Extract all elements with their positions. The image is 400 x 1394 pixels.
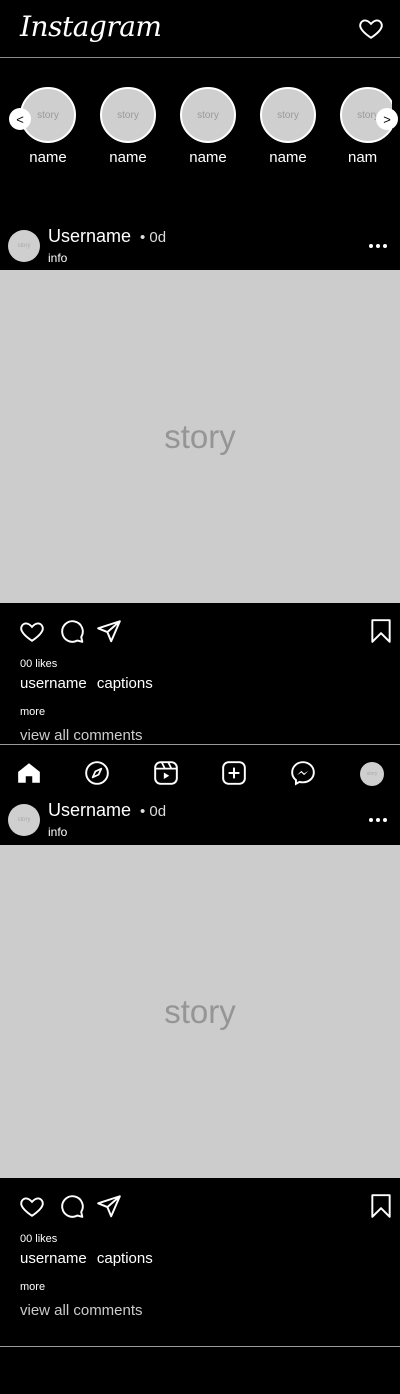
post-info: info — [48, 825, 68, 839]
profile-avatar[interactable]: story — [360, 762, 384, 786]
divider — [0, 1346, 400, 1347]
post-time: • 0d — [140, 803, 167, 820]
likes-count: 00 likes — [20, 1233, 58, 1245]
story-name: name — [29, 149, 67, 166]
story-name: nam — [348, 149, 378, 166]
explore-icon[interactable] — [84, 760, 110, 786]
stories-tray: story name story name story name story n… — [0, 59, 400, 219]
caption-text: captions — [96, 1250, 153, 1267]
view-comments-link[interactable]: view all comments — [20, 1302, 143, 1319]
comment-icon[interactable] — [59, 618, 85, 644]
share-send-icon[interactable] — [96, 618, 122, 644]
post-image[interactable]: story — [0, 270, 400, 603]
story-avatar: story — [100, 87, 156, 143]
top-bar: Instagram — [0, 0, 400, 58]
caption: username captions — [20, 1250, 159, 1267]
heart-icon[interactable] — [358, 15, 384, 41]
post-avatar[interactable]: story — [8, 230, 40, 262]
view-comments-link[interactable]: view all comments — [20, 727, 143, 744]
post-header: story Username • 0d info — [0, 226, 400, 274]
bottom-nav: story — [0, 746, 400, 798]
story-avatar: story — [180, 87, 236, 143]
story-item[interactable]: story name — [176, 87, 240, 166]
messenger-icon[interactable] — [290, 760, 316, 786]
caption-more-link[interactable]: more — [20, 1281, 45, 1293]
post-actions: 00 likes username captions more view all… — [0, 607, 400, 747]
post-image[interactable]: story — [0, 845, 400, 1178]
caption: username captions — [20, 675, 159, 692]
more-options-icon[interactable] — [368, 236, 388, 256]
caption-text: captions — [96, 675, 153, 692]
instagram-logo[interactable]: Instagram — [20, 10, 162, 43]
caption-more-link[interactable]: more — [20, 706, 45, 718]
post-username[interactable]: Username — [48, 800, 131, 821]
story-item[interactable]: story name — [256, 87, 320, 166]
bookmark-icon[interactable] — [368, 618, 394, 644]
bookmark-icon[interactable] — [368, 1193, 394, 1219]
divider — [0, 744, 400, 745]
reels-icon[interactable] — [153, 760, 179, 786]
story-name: name — [269, 149, 307, 166]
post-info: info — [48, 251, 68, 265]
add-icon[interactable] — [221, 760, 247, 786]
likes-count: 00 likes — [20, 658, 58, 670]
post-time: • 0d — [140, 229, 167, 246]
like-heart-icon[interactable] — [19, 618, 45, 644]
story-avatar: story — [260, 87, 316, 143]
post-username[interactable]: Username — [48, 226, 131, 247]
comment-icon[interactable] — [59, 1193, 85, 1219]
story-name: name — [109, 149, 147, 166]
stories-prev-button[interactable]: < — [9, 108, 31, 130]
post-avatar[interactable]: story — [8, 804, 40, 836]
caption-username[interactable]: username — [20, 675, 87, 692]
stories-next-button[interactable]: > — [376, 108, 398, 130]
like-heart-icon[interactable] — [19, 1193, 45, 1219]
story-name: name — [189, 149, 227, 166]
caption-username[interactable]: username — [20, 1250, 87, 1267]
home-icon[interactable] — [16, 760, 42, 786]
post-actions: 00 likes username captions more view all… — [0, 1182, 400, 1322]
story-item[interactable]: story name — [96, 87, 160, 166]
more-options-icon[interactable] — [368, 810, 388, 830]
post-header: story Username • 0d info — [0, 800, 400, 848]
share-send-icon[interactable] — [96, 1193, 122, 1219]
